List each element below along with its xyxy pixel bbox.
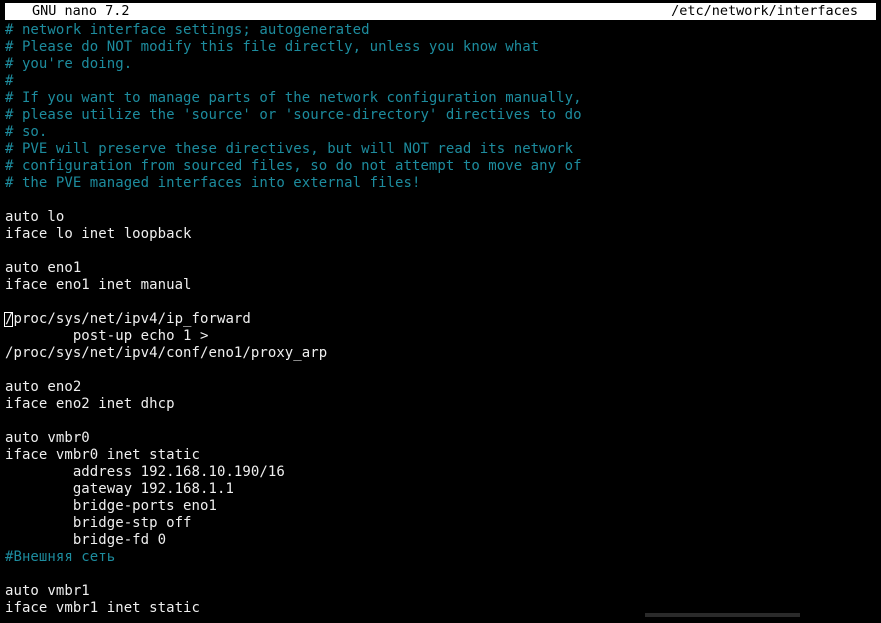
- editor-line: #: [5, 73, 14, 89]
- status-band: [645, 613, 800, 617]
- editor-line: post-up echo 1 >: [5, 328, 209, 344]
- editor-line: bridge-fd 0: [5, 532, 167, 548]
- editor-line: address 192.168.10.190/16: [5, 464, 285, 480]
- editor-line: auto eno1: [5, 260, 82, 276]
- editor-line: iface vmbr0 inet static: [5, 447, 201, 463]
- editor-line: # please utilize the 'source' or 'source…: [5, 107, 582, 123]
- editor-line: auto eno2: [5, 379, 82, 395]
- editor-line: # configuration from sourced files, so d…: [5, 158, 582, 174]
- editor-line: /proc/sys/net/ipv4/conf/eno1/proxy_arp: [5, 345, 328, 361]
- editor-line: # PVE will preserve these directives, bu…: [5, 141, 574, 157]
- editor-line: auto vmbr1: [5, 583, 90, 599]
- text-buffer[interactable]: # network interface settings; autogenera…: [0, 22, 881, 623]
- editor-line: iface lo inet loopback: [5, 226, 192, 242]
- editor-line: # so.: [5, 124, 48, 140]
- editor-line: #Внешняя сеть: [5, 549, 116, 565]
- editor-line: auto vmbr0: [5, 430, 90, 446]
- file-path: /etc/network/interfaces: [671, 3, 858, 19]
- editor-line: gateway 192.168.1.1: [5, 481, 234, 497]
- editor-line: # Please do NOT modify this file directl…: [5, 39, 540, 55]
- titlebar: GNU nano 7.2 /etc/network/interfaces: [0, 0, 881, 22]
- editor-line: # If you want to manage parts of the net…: [5, 90, 582, 106]
- app-title: GNU nano 7.2: [32, 3, 130, 19]
- editor-line: auto lo: [5, 209, 65, 225]
- editor-line: bridge-stp off: [5, 515, 192, 531]
- nano-terminal-window: GNU nano 7.2 /etc/network/interfaces # n…: [0, 0, 881, 623]
- editor-line: # network interface settings; autogenera…: [5, 22, 370, 38]
- editor-line: # you're doing.: [5, 56, 133, 72]
- titlebar-bar: GNU nano 7.2 /etc/network/interfaces: [5, 3, 876, 20]
- editor-line: iface vmbr1 inet static: [5, 600, 201, 616]
- editor-line: bridge-ports eno1: [5, 498, 217, 514]
- editor-line: iface eno2 inet dhcp: [5, 396, 175, 412]
- editor-line: /proc/sys/net/ipv4/ip_forward: [5, 311, 251, 327]
- editor-line: iface eno1 inet manual: [5, 277, 192, 293]
- editor-line: # the PVE managed interfaces into extern…: [5, 175, 421, 191]
